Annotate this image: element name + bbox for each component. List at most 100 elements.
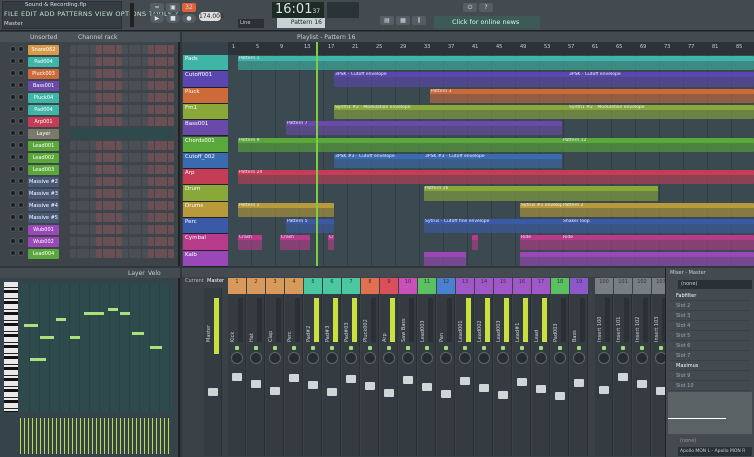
channel-row[interactable]: Pluck003 xyxy=(0,68,180,80)
pan-knob[interactable] xyxy=(10,190,16,196)
pan-knob[interactable] xyxy=(10,178,16,184)
step-button[interactable] xyxy=(83,93,89,102)
master-volume-slider[interactable] xyxy=(130,3,134,27)
step-button[interactable] xyxy=(154,189,161,198)
insert-fader[interactable] xyxy=(251,380,261,388)
mixer-insert[interactable]: 2 Hat xyxy=(247,278,265,456)
insert-fader[interactable] xyxy=(637,380,647,388)
pan-knob[interactable] xyxy=(10,118,16,124)
filter-select[interactable]: Unsorted xyxy=(30,34,57,41)
insert-fader[interactable] xyxy=(289,374,299,382)
step-button[interactable] xyxy=(135,213,141,222)
volume-knob[interactable] xyxy=(18,94,24,100)
effect-slot[interactable]: Fabfilter xyxy=(670,292,750,301)
step-button[interactable] xyxy=(135,201,141,210)
step-button[interactable] xyxy=(76,117,83,126)
step-button[interactable] xyxy=(161,165,167,174)
channel-name-button[interactable]: Snare062 xyxy=(28,45,59,55)
step-button[interactable] xyxy=(109,177,115,186)
mixer-insert[interactable]: 3 Clap xyxy=(266,278,284,456)
channel-row[interactable]: Massive #3 xyxy=(0,188,180,200)
step-button[interactable] xyxy=(128,237,135,246)
insert-enable-led[interactable] xyxy=(558,346,562,350)
step-button[interactable] xyxy=(154,117,161,126)
step-button[interactable] xyxy=(128,105,135,114)
channel-name-button[interactable]: Lead002 xyxy=(28,153,59,163)
step-button[interactable] xyxy=(89,189,96,198)
step-button[interactable] xyxy=(76,57,83,66)
step-button[interactable] xyxy=(128,45,135,54)
step-button[interactable] xyxy=(154,153,161,162)
step-button[interactable] xyxy=(102,237,109,246)
step-button[interactable] xyxy=(167,81,174,90)
channel-row[interactable]: Lead003 xyxy=(0,164,180,176)
step-button[interactable] xyxy=(141,93,148,102)
channel-name-button[interactable]: Massive #2 xyxy=(28,177,59,187)
step-button[interactable] xyxy=(167,141,174,150)
insert-enable-led[interactable] xyxy=(425,346,429,350)
step-button[interactable] xyxy=(83,81,89,90)
channel-row[interactable]: Pad004 xyxy=(0,56,180,68)
insert-enable-led[interactable] xyxy=(273,346,277,350)
channel-name-button[interactable]: Layer xyxy=(28,129,59,139)
pattern-selector[interactable]: Pattern 16 xyxy=(277,18,325,28)
step-button[interactable] xyxy=(161,153,167,162)
step-button[interactable] xyxy=(89,213,96,222)
step-button[interactable] xyxy=(122,141,128,150)
pan-knob[interactable] xyxy=(10,250,16,256)
volume-knob[interactable] xyxy=(18,238,24,244)
insert-fader[interactable] xyxy=(346,375,356,383)
step-button[interactable] xyxy=(135,117,141,126)
step-button[interactable] xyxy=(109,165,115,174)
timeline-ruler[interactable]: 1 5 9 13 17 21 25 29 33 37 41 45 49 53 57 61 65 69 73 77 81 8… xyxy=(228,42,754,55)
step-button[interactable] xyxy=(83,189,89,198)
step-button[interactable] xyxy=(70,249,76,258)
step-button[interactable] xyxy=(154,45,161,54)
step-button[interactable] xyxy=(70,165,76,174)
step-button[interactable] xyxy=(109,117,115,126)
step-button[interactable] xyxy=(161,201,167,210)
mixer-insert[interactable]: 1 Kick xyxy=(228,278,246,456)
step-button[interactable] xyxy=(83,201,89,210)
insert-pan-knob[interactable] xyxy=(535,352,547,364)
insert-pan-knob[interactable] xyxy=(573,352,585,364)
playlist-clip[interactable]: Pattern 12 xyxy=(562,137,754,152)
step-button[interactable] xyxy=(89,237,96,246)
effect-slot[interactable]: Maximus xyxy=(670,362,750,371)
playlist-clip[interactable]: Pattern 5 xyxy=(286,219,334,234)
step-button[interactable] xyxy=(96,177,102,186)
step-button[interactable] xyxy=(89,153,96,162)
pan-knob[interactable] xyxy=(10,202,16,208)
track-header[interactable]: Kalb xyxy=(183,250,228,267)
step-button[interactable] xyxy=(96,81,102,90)
insert-pan-knob[interactable] xyxy=(459,352,471,364)
insert-enable-led[interactable] xyxy=(349,346,353,350)
step-button[interactable] xyxy=(102,177,109,186)
step-button[interactable] xyxy=(135,177,141,186)
playlist-clip[interactable]: 3PSK #3 - Cutoff envelope xyxy=(424,153,562,169)
step-button[interactable] xyxy=(167,237,174,246)
volume-knob[interactable] xyxy=(18,130,24,136)
step-button[interactable] xyxy=(167,57,174,66)
step-button[interactable] xyxy=(148,249,154,258)
step-button[interactable] xyxy=(135,93,141,102)
channel-row[interactable]: Wub002 xyxy=(0,236,180,248)
mixer-insert[interactable]: 19 Bass xyxy=(570,278,588,456)
step-button[interactable] xyxy=(96,249,102,258)
step-button[interactable] xyxy=(83,57,89,66)
step-button[interactable] xyxy=(128,213,135,222)
channel-name-button[interactable]: Lead001 xyxy=(28,141,59,151)
channel-row[interactable]: Pad004 xyxy=(0,104,180,116)
step-button[interactable] xyxy=(167,69,174,78)
step-button[interactable] xyxy=(76,189,83,198)
step-button[interactable] xyxy=(167,153,174,162)
step-button[interactable] xyxy=(161,189,167,198)
record-button[interactable]: ● xyxy=(182,14,196,23)
mixer-icon[interactable]: ⫼ xyxy=(412,16,426,25)
channel-name-button[interactable]: Bass001 xyxy=(28,81,59,91)
step-button[interactable] xyxy=(96,93,102,102)
insert-fader[interactable] xyxy=(441,390,451,398)
playlist-clip[interactable]: Crash xyxy=(280,235,310,250)
step-button[interactable] xyxy=(89,69,96,78)
effect-slot[interactable]: Slot 4 xyxy=(670,322,750,331)
